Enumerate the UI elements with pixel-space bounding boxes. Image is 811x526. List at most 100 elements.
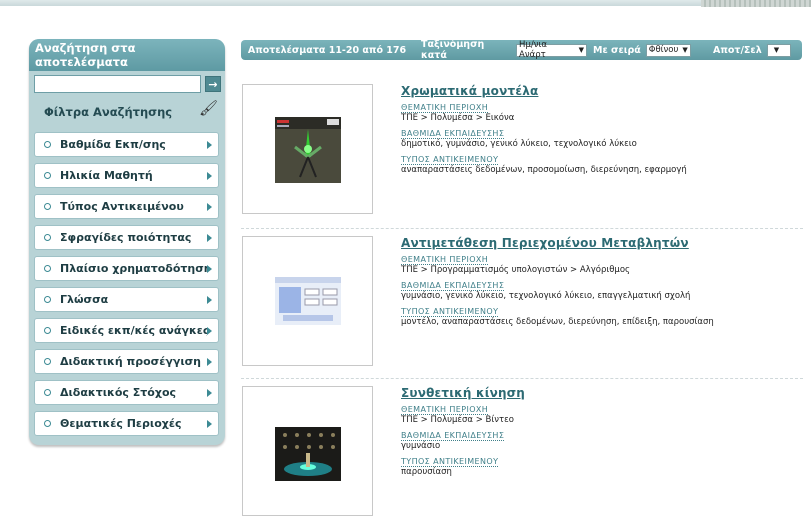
subject-value: ΤΠΕ > Πολυμέσα > Εικόνα (401, 113, 515, 123)
results-toolbar: Αποτελέσματα 11-20 από 176 Ταξινόμηση κα… (241, 39, 802, 61)
arrow-right-icon (207, 202, 212, 211)
subject-value: ΤΠΕ > Προγραμματισμός υπολογιστών > Αλγό… (401, 265, 631, 275)
bullet-icon (44, 327, 51, 334)
subject-value: ΤΠΕ > Πολυμέσα > Βίντεο (401, 415, 514, 425)
filter-list: Βαθμίδα Εκπ/σης Ηλικία Μαθητή Τύπος Αντι… (34, 132, 219, 442)
level-value: γυμνάσιο, γενικό λύκειο, τεχνολογικό λύκ… (401, 291, 691, 301)
per-page-select[interactable]: ▼ (766, 43, 791, 57)
search-row: → (34, 75, 221, 93)
dropdown-caret-icon: ▼ (773, 46, 780, 54)
type-value: μοντέλο, αναπαραστάσεις δεδομένων, διερε… (401, 317, 714, 327)
result-divider (241, 228, 803, 229)
filter-label: Σφραγίδες ποιότητας (60, 231, 192, 244)
sidebar-title: Αναζήτηση στα αποτελέσματα (35, 41, 136, 69)
results-range: Αποτελέσματα 11-20 από 176 (241, 40, 413, 60)
subject-caption: ΘΕΜΑΤΙΚΗ ΠΕΡΙΟΧΗ (401, 103, 489, 113)
arrow-right-icon (207, 326, 212, 335)
order-control: Με σειρά Φθίνου ▼ (587, 40, 707, 60)
per-page-label: Αποτ/Σελ (713, 44, 762, 56)
order-value: Φθίνου (648, 45, 679, 55)
filter-label: Βαθμίδα Εκπ/σης (60, 138, 166, 151)
subject-caption: ΘΕΜΑΤΙΚΗ ΠΕΡΙΟΧΗ (401, 405, 489, 415)
filter-item-object-type[interactable]: Τύπος Αντικειμένου (34, 194, 219, 219)
order-select[interactable]: Φθίνου ▼ (645, 43, 691, 57)
result-details: Αντιμετάθεση Περιεχομένου Μεταβλητών ΘΕΜ… (401, 236, 801, 331)
type-value: παρουσίαση (401, 467, 452, 477)
filter-label: Διδακτικός Στόχος (60, 386, 177, 399)
search-sidebar: Αναζήτηση στα αποτελέσματα → Φίλτρα Αναζ… (29, 39, 225, 445)
filter-item-subjects[interactable]: Θεματικές Περιοχές (34, 411, 219, 436)
arrow-right-icon (207, 140, 212, 149)
result-details: Συνθετική κίνηση ΘΕΜΑΤΙΚΗ ΠΕΡΙΟΧΗ ΤΠΕ > … (401, 386, 801, 481)
filter-label: Πλαίσιο χρηματοδότησης (60, 262, 207, 275)
result-thumbnail-frame[interactable] (242, 386, 373, 516)
bullet-icon (44, 296, 51, 303)
filter-item-funding[interactable]: Πλαίσιο χρηματοδότησης (34, 256, 219, 281)
result-item: Συνθετική κίνηση ΘΕΜΑΤΙΚΗ ΠΕΡΙΟΧΗ ΤΠΕ > … (241, 386, 803, 526)
result-thumbnail (275, 277, 341, 325)
result-thumbnail (275, 117, 341, 183)
filter-item-level[interactable]: Βαθμίδα Εκπ/σης (34, 132, 219, 157)
result-thumbnail-frame[interactable] (242, 236, 373, 366)
filter-item-goal[interactable]: Διδακτικός Στόχος (34, 380, 219, 405)
arrow-right-icon (207, 171, 212, 180)
result-divider (241, 378, 803, 379)
arrow-right-icon (207, 264, 212, 273)
search-input[interactable] (34, 75, 201, 93)
level-value: δημοτικό, γυμνάσιο, γενικό λύκειο, τεχνο… (401, 139, 637, 149)
level-caption: ΒΑΘΜΙΔΑ ΕΚΠΑΙΔΕΥΣΗΣ (401, 129, 505, 139)
sidebar-header: Αναζήτηση στα αποτελέσματα (29, 39, 225, 71)
header-strip (0, 0, 811, 6)
result-title-link[interactable]: Χρωματικά μοντέλα (401, 84, 801, 98)
bullet-icon (44, 265, 51, 272)
filter-item-quality-seals[interactable]: Σφραγίδες ποιότητας (34, 225, 219, 250)
result-title-link[interactable]: Συνθετική κίνηση (401, 386, 801, 400)
sort-value: Ημ/νια Ανάρτ (519, 40, 547, 60)
bullet-icon (44, 203, 51, 210)
filter-label: Τύπος Αντικειμένου (60, 200, 184, 213)
bullet-icon (44, 420, 51, 427)
filter-label: Ειδικές εκπ/κές ανάγκες (60, 324, 207, 337)
result-item: Χρωματικά μοντέλα ΘΕΜΑΤΙΚΗ ΠΕΡΙΟΧΗ ΤΠΕ >… (241, 84, 803, 224)
header-banner-image (701, 0, 811, 7)
filter-label: Γλώσσα (60, 293, 109, 306)
filter-item-language[interactable]: Γλώσσα (34, 287, 219, 312)
bullet-icon (44, 141, 51, 148)
result-thumbnail-frame[interactable] (242, 84, 373, 214)
order-label: Με σειρά (593, 44, 641, 56)
filter-item-age[interactable]: Ηλικία Μαθητή (34, 163, 219, 188)
filter-item-special-needs[interactable]: Ειδικές εκπ/κές ανάγκες (34, 318, 219, 343)
filter-label: Διδακτική προσέγγιση (60, 355, 202, 368)
sort-label: Ταξινόμηση κατά (421, 39, 485, 61)
filter-item-approach[interactable]: Διδακτική προσέγγιση (34, 349, 219, 374)
arrow-right-icon (207, 357, 212, 366)
bullet-icon (44, 234, 51, 241)
sort-control: Ταξινόμηση κατά Ημ/νια Ανάρτ ▼ (413, 39, 587, 61)
type-caption: ΤΥΠΟΣ ΑΝΤΙΚΕΙΜΕΝΟΥ (401, 155, 499, 165)
arrow-right-icon (207, 419, 212, 428)
clear-filters-icon[interactable]: 🖌 (199, 99, 218, 117)
filter-label: Ηλικία Μαθητή (60, 169, 153, 182)
dropdown-caret-icon: ▼ (682, 46, 688, 54)
search-go-button[interactable]: → (205, 76, 221, 92)
filters-title: Φίλτρα Αναζήτησης (44, 105, 173, 119)
level-caption: ΒΑΘΜΙΔΑ ΕΚΠΑΙΔΕΥΣΗΣ (401, 431, 505, 441)
arrow-right-icon (207, 295, 212, 304)
bullet-icon (44, 389, 51, 396)
result-thumbnail (275, 427, 341, 481)
level-caption: ΒΑΘΜΙΔΑ ΕΚΠΑΙΔΕΥΣΗΣ (401, 281, 505, 291)
arrow-right-icon (207, 388, 212, 397)
dropdown-caret-icon: ▼ (578, 46, 584, 54)
level-value: γυμνάσιο (401, 441, 441, 451)
result-item: Αντιμετάθεση Περιεχομένου Μεταβλητών ΘΕΜ… (241, 236, 803, 376)
type-caption: ΤΥΠΟΣ ΑΝΤΙΚΕΙΜΕΝΟΥ (401, 457, 499, 467)
per-page-control: Αποτ/Σελ ▼ (707, 40, 802, 60)
result-title-link[interactable]: Αντιμετάθεση Περιεχομένου Μεταβλητών (401, 236, 801, 250)
type-caption: ΤΥΠΟΣ ΑΝΤΙΚΕΙΜΕΝΟΥ (401, 307, 499, 317)
sort-select[interactable]: Ημ/νια Ανάρτ ▼ (516, 40, 587, 60)
bullet-icon (44, 172, 51, 179)
bullet-icon (44, 358, 51, 365)
filter-label: Θεματικές Περιοχές (60, 417, 182, 430)
type-value: αναπαραστάσεις δεδομένων, προσομοίωση, δ… (401, 165, 687, 175)
subject-caption: ΘΕΜΑΤΙΚΗ ΠΕΡΙΟΧΗ (401, 255, 489, 265)
